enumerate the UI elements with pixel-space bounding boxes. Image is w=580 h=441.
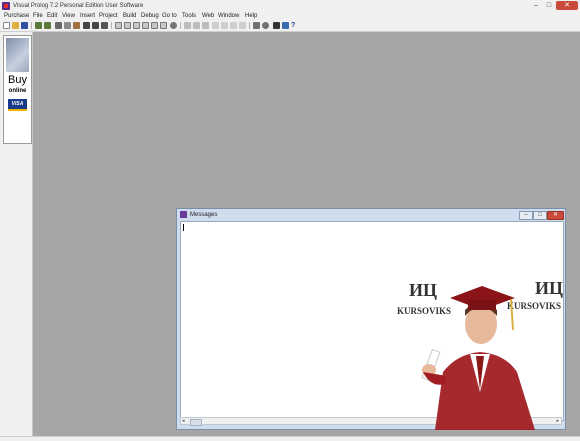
buy-online-banner[interactable]: Buy online VISA	[3, 35, 32, 144]
cube-icon[interactable]	[273, 22, 280, 29]
stop-icon[interactable]	[202, 22, 209, 29]
menu-bar: Purchase File Edit View Insert Project B…	[0, 12, 580, 21]
zoom-icon[interactable]	[170, 22, 177, 29]
help-icon[interactable]: ?	[291, 22, 298, 29]
toolbar: ?	[0, 21, 580, 32]
tool-icon[interactable]	[253, 22, 260, 29]
window-icon[interactable]	[115, 22, 122, 29]
menu-web[interactable]: Web	[202, 12, 214, 21]
close-button[interactable]: ✕	[556, 1, 578, 10]
menu-edit[interactable]: Edit	[47, 12, 57, 21]
toolbar-separator	[249, 22, 250, 29]
minimize-button[interactable]: –	[530, 1, 542, 10]
ad-image	[6, 38, 29, 72]
menu-goto[interactable]: Go to	[162, 12, 177, 21]
toolbar-separator	[111, 22, 112, 29]
new-file-icon[interactable]	[3, 22, 10, 29]
menu-tools[interactable]: Tools	[182, 12, 196, 21]
toolbar-separator	[31, 22, 32, 29]
messages-maximize-button[interactable]: □	[533, 211, 547, 220]
messages-window-title: Messages	[190, 212, 218, 218]
redo-icon[interactable]	[44, 22, 51, 29]
menu-insert[interactable]: Insert	[80, 12, 95, 21]
ad-online-text: online	[8, 88, 27, 94]
text-caret	[183, 224, 184, 231]
toolbar-separator	[180, 22, 181, 29]
panel-icon[interactable]	[160, 22, 167, 29]
save-icon[interactable]	[21, 22, 28, 29]
graduate-figure	[421, 286, 535, 430]
menu-project[interactable]: Project	[99, 12, 118, 21]
format-icon[interactable]	[101, 22, 108, 29]
messages-minimize-button[interactable]: –	[519, 211, 533, 220]
paste-icon[interactable]	[73, 22, 80, 29]
panel-icon[interactable]	[151, 22, 158, 29]
menu-debug[interactable]: Debug	[141, 12, 159, 21]
menu-build[interactable]: Build	[123, 12, 136, 21]
open-folder-icon[interactable]	[12, 22, 19, 29]
find-icon[interactable]	[83, 22, 90, 29]
window-title: Visual Prolog 7.2 Personal Edition User …	[13, 3, 144, 9]
ad-buy-text: Buy	[8, 74, 27, 86]
undo-icon[interactable]	[35, 22, 42, 29]
copy-icon[interactable]	[64, 22, 71, 29]
cut-icon[interactable]	[55, 22, 62, 29]
maximize-button[interactable]: □	[543, 1, 555, 10]
status-bar	[0, 436, 580, 441]
breakpoint-icon[interactable]	[239, 22, 246, 29]
kursoviks-watermark: ИЦ KURSOVIKS ИЦ KURSOVIKS	[395, 272, 570, 430]
menu-file[interactable]: File	[33, 12, 43, 21]
scroll-left-icon[interactable]: ◂	[182, 418, 185, 424]
panel-icon[interactable]	[133, 22, 140, 29]
step-into-icon[interactable]	[212, 22, 219, 29]
app-icon	[2, 2, 10, 10]
messages-close-button[interactable]: ✕	[547, 211, 564, 220]
replace-icon[interactable]	[92, 22, 99, 29]
menu-view[interactable]: View	[62, 12, 75, 21]
pause-icon[interactable]	[193, 22, 200, 29]
run-icon[interactable]	[184, 22, 191, 29]
menu-purchase[interactable]: Purchase	[4, 12, 29, 21]
left-sidebar: Buy online VISA	[0, 32, 33, 436]
info-icon[interactable]	[282, 22, 289, 29]
scrollbar-thumb[interactable]	[190, 419, 202, 426]
gear-icon[interactable]	[262, 22, 269, 29]
step-out-icon[interactable]	[230, 22, 237, 29]
messages-window-icon	[180, 211, 187, 218]
visa-card-icon: VISA	[8, 99, 27, 111]
menu-window[interactable]: Window	[218, 12, 239, 21]
panel-icon[interactable]	[142, 22, 149, 29]
panel-icon[interactable]	[124, 22, 131, 29]
menu-help[interactable]: Help	[245, 12, 257, 21]
step-over-icon[interactable]	[221, 22, 228, 29]
